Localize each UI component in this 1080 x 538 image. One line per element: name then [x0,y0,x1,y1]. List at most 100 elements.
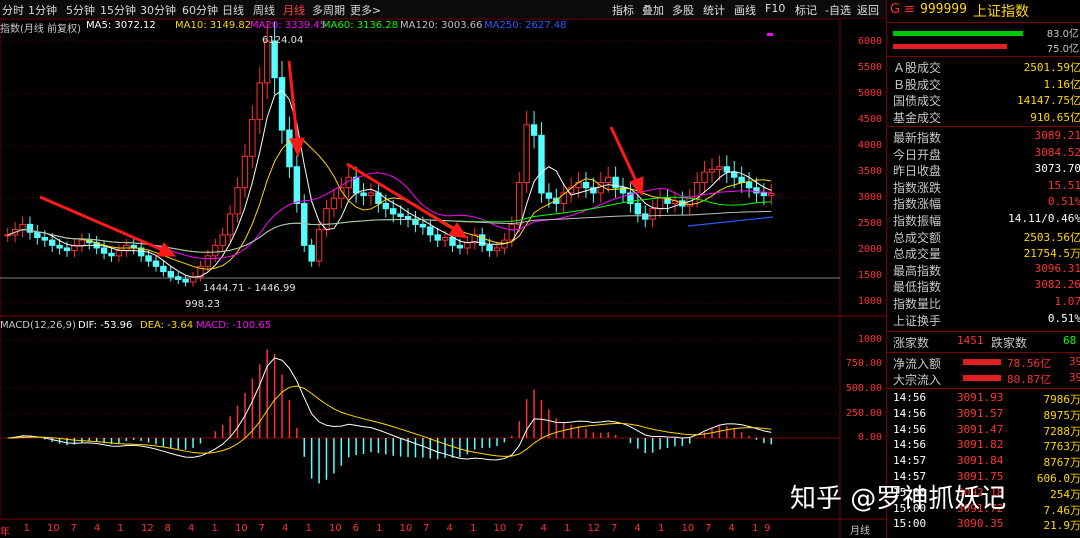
candle-body [382,202,390,210]
candle-body [456,244,464,249]
tick-time: 14:56 [893,438,927,452]
stat-value: 3096.31 [1034,261,1080,275]
flow-row: 净流入额 78.56亿 39 [893,355,1080,371]
candle-body [286,129,293,168]
stat-value: 3089.21 [1034,129,1080,142]
candle-body [530,124,538,136]
candle-body [768,192,775,197]
tab-60min[interactable]: 60分钟 [182,2,218,18]
time-tick: 1 [564,523,571,534]
candle-body [582,181,590,189]
candle-body [738,176,745,183]
low-annotation: 998.23 [185,299,220,310]
menu-icon[interactable]: ≡ [904,2,915,17]
time-tick: 4 [540,523,547,534]
f10-button[interactable]: F10 [765,2,785,15]
time-tick: 4 [94,523,101,534]
volume-row: Ａ股成交 2501.59亿 [893,59,1080,75]
candle-body [115,250,123,257]
flow-label: 净流入额 [893,357,942,371]
candle-body [486,244,493,252]
tick-price: 3091.57 [957,406,1004,420]
watermark: 知乎 @罗神抓妖记 [790,484,1007,514]
tab-15min[interactable]: 15分钟 [100,2,136,18]
time-tick: 1 [211,523,218,534]
tab-monthly[interactable]: 月线 [283,2,305,18]
stat-row: 上证换手 0.51% [893,312,1080,328]
flow-label: 大宗流入 [893,373,942,387]
tab-weekly[interactable]: 周线 [253,2,275,18]
stat-row: 指数涨幅 0.51% [893,195,1080,211]
stat-row: 总成交额 2503.56亿 [893,229,1080,245]
price-tick: 3000 [857,192,882,203]
buy-bar-value: 83.0亿 [1046,29,1079,40]
time-tick: 12 [587,523,601,534]
flow-bar [963,359,1001,365]
tick-volume: 7288万 [1043,424,1080,438]
watchlist-button[interactable]: -自选 [825,2,851,18]
tab-30min[interactable]: 30分钟 [140,2,176,18]
up-count-label: 涨家数 [893,336,930,350]
time-tick: 4 [188,523,195,534]
price-tick: 6000 [857,36,882,47]
candle-body [575,181,582,189]
volume-row: 国债成交 14147.75亿 [893,92,1080,108]
back-button[interactable]: 返回 [857,2,879,18]
time-tick: 1 [376,523,383,534]
stat-row: 昨日收盘 3073.70 [893,162,1080,178]
tab-daily[interactable]: 日线 [222,2,244,18]
macd-dif: DIF: -53.96 [78,320,133,331]
ma250-label: MA250: 2627.48 [484,20,567,31]
stat-value: 14.11/0.46% [1008,212,1080,225]
overlay-button[interactable]: 叠加 [642,2,664,18]
candle-body [701,171,708,183]
sell-bar-value: 75.0亿 [1046,44,1079,55]
stat-label: 最低指数 [893,280,942,295]
candle-body [315,229,323,262]
draw-line-button[interactable]: 画线 [734,2,756,18]
stats-button[interactable]: 统计 [703,2,725,18]
macd-histogram [14,349,773,484]
range-annotation: 1444.71 - 1446.99 [203,283,296,294]
candle-body [204,255,212,267]
tab-timeshare[interactable]: 分时 [2,2,24,18]
macd-tick: 750.00 [845,358,882,369]
stat-label: 指数振幅 [893,214,942,228]
time-tick: 12 [141,523,154,534]
candle-body [175,276,182,280]
indicator-button[interactable]: 指标 [612,2,634,18]
candle-body [271,40,278,79]
time-tick: 7 [705,523,712,534]
volume-row: 基金成交 910.65亿 [893,109,1080,125]
candle-body [182,278,189,283]
stat-row: 最高指数 3096.31 [893,262,1080,278]
multi-stock-button[interactable]: 多股 [672,2,694,18]
tab-5min[interactable]: 5分钟 [66,2,95,18]
candle-body [397,213,404,218]
candle-body [152,260,160,267]
up-count: 1451 [957,334,984,347]
market-flag: G [890,2,901,17]
macd-tick: 1000 [857,334,882,345]
kline-chart[interactable] [0,19,886,538]
candle-body [249,119,256,157]
tick-time: 14:56 [893,391,927,404]
time-tick: 10 [235,523,248,534]
candle-body [226,213,234,236]
tab-multi-period[interactable]: 多周期 [312,2,345,18]
stat-value: 3084.52 [1034,145,1080,159]
candle-body [604,176,612,183]
stat-row: 今日开盘 3084.52 [893,146,1080,162]
stat-label: 总成交量 [893,247,942,262]
period-toolbar: 分时 1分钟 5分钟 15分钟 30分钟 60分钟 日线 周线 月线 多周期 更… [0,0,886,19]
stock-name: 上证指数 [973,4,1029,20]
tab-more[interactable]: 更多> [350,2,381,18]
candle-body [108,252,115,257]
tab-1min[interactable]: 1分钟 [28,2,57,18]
candle-body [160,265,167,273]
buy-bar [893,31,1023,36]
flow-tail: 39 [1069,355,1080,368]
tick-time: 15:00 [893,517,927,531]
mark-button[interactable]: 标记 [795,2,817,18]
moving-average-lines [7,89,772,278]
